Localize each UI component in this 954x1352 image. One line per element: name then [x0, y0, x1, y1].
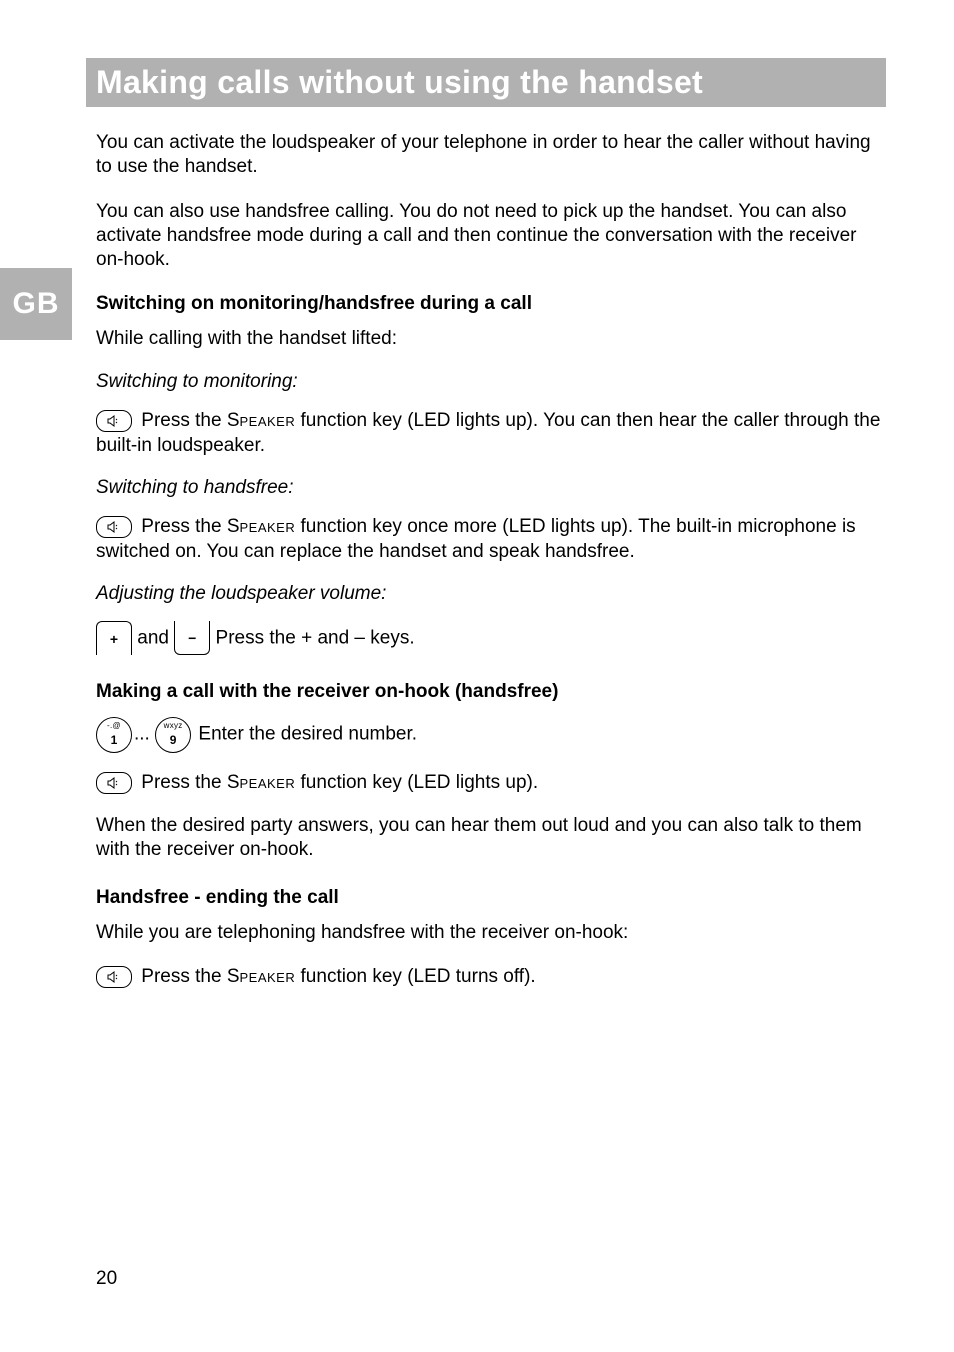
and-text: and [132, 628, 174, 649]
key-9-icon: wxyz 9 [155, 717, 191, 753]
text: Press the S [136, 772, 240, 793]
text: Press the S [136, 410, 240, 431]
speaker-key-instruction-1: Press the Speaker function key (LED ligh… [96, 409, 886, 459]
side-tab: GB [0, 268, 72, 340]
while-handsfree-text: While you are telephoning handsfree with… [96, 921, 886, 945]
text: function key (LED lights up). [295, 772, 538, 793]
speaker-icon [96, 772, 132, 794]
text-smallcaps: peaker [240, 772, 296, 793]
title-bar: Making calls without using the handset [86, 58, 886, 107]
enter-number-instruction: -.@ 1 ... wxyz 9 Enter the desired numbe… [96, 717, 886, 753]
heading-switching-on: Switching on monitoring/handsfree during… [96, 293, 886, 315]
text-smallcaps: peaker [240, 516, 296, 537]
speaker-key-instruction-4: Press the Speaker function key (LED turn… [96, 965, 886, 990]
text: Press the + and – keys. [210, 628, 414, 649]
heading-ending-call: Handsfree - ending the call [96, 887, 886, 909]
key-bottom-label: 9 [156, 733, 190, 749]
text: Press the S [136, 966, 240, 987]
heading-making-call: Making a call with the receiver on-hook … [96, 681, 886, 703]
plus-minus-instruction: + and − Press the + and – keys. [96, 621, 886, 657]
desired-party-text: When the desired party answers, you can … [96, 814, 886, 863]
key-1-icon: -.@ 1 [96, 717, 132, 753]
text-smallcaps: peaker [240, 966, 296, 987]
plus-key-icon: + [96, 621, 132, 655]
while-calling-text: While calling with the handset lifted: [96, 327, 886, 351]
speaker-key-instruction-3: Press the Speaker function key (LED ligh… [96, 771, 886, 796]
text: Enter the desired number. [193, 724, 417, 745]
switching-to-monitoring-label: Switching to monitoring: [96, 371, 886, 393]
key-top-label: wxyz [156, 721, 190, 731]
text: Press the S [136, 516, 240, 537]
speaker-icon [96, 966, 132, 988]
page-number: 20 [96, 1268, 117, 1290]
switching-to-handsfree-label: Switching to handsfree: [96, 477, 886, 499]
key-bottom-label: 1 [97, 733, 131, 749]
intro-paragraph-2: You can also use handsfree calling. You … [96, 200, 886, 273]
speaker-key-instruction-2: Press the Speaker function key once more… [96, 515, 886, 565]
ellipsis: ... [134, 724, 150, 745]
text: function key (LED turns off). [295, 966, 535, 987]
speaker-icon [96, 410, 132, 432]
intro-paragraph-1: You can activate the loudspeaker of your… [96, 131, 886, 180]
content-area: Making calls without using the handset Y… [96, 58, 886, 1008]
page-title: Making calls without using the handset [96, 64, 876, 101]
adjusting-volume-label: Adjusting the loudspeaker volume: [96, 583, 886, 605]
speaker-icon [96, 516, 132, 538]
minus-key-icon: − [174, 621, 210, 655]
key-top-label: -.@ [97, 721, 131, 731]
text-smallcaps: peaker [240, 410, 296, 431]
